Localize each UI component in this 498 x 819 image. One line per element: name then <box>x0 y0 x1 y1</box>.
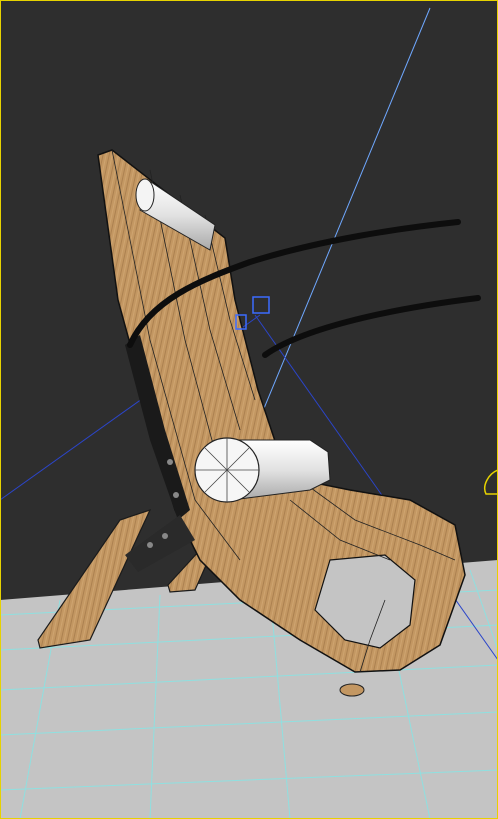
3d-viewport[interactable] <box>0 0 498 819</box>
viewport-canvas[interactable] <box>0 0 498 819</box>
chair-foot <box>339 683 365 697</box>
